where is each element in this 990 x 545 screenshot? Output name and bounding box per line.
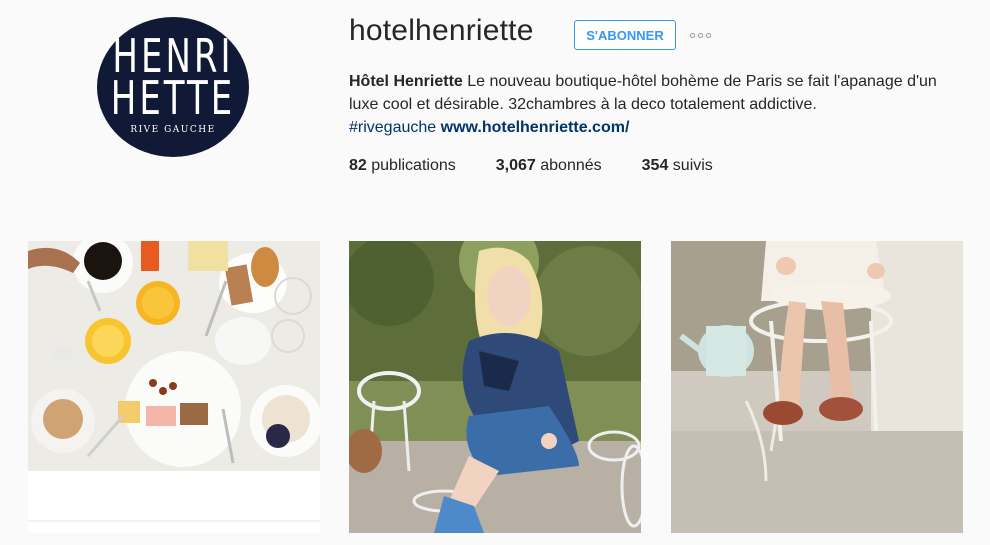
posts-count: 82 publications	[349, 157, 456, 175]
bio-full-name: Hôtel Henriette	[349, 73, 463, 90]
profile-stats: 82 publications 3,067 abonnés 354 suivis	[349, 157, 753, 175]
portrait-photo	[349, 241, 641, 533]
avatar-logo-line2: HETTE	[110, 72, 236, 126]
post-thumbnail-woman-portrait[interactable]	[349, 241, 641, 533]
bio-hashtag-link[interactable]: #rivegauche	[349, 119, 436, 136]
profile-username: hotelhenriette	[349, 14, 534, 47]
dot	[698, 32, 703, 38]
profile-avatar[interactable]: HENRI HETTE RIVE GAUCHE	[97, 17, 249, 157]
post-thumbnail-child-chair[interactable]	[671, 241, 963, 533]
followers-label: abonnés	[535, 157, 602, 174]
followers-number: 3,067	[495, 157, 536, 174]
profile-bio: Hôtel Henriette Le nouveau boutique-hôte…	[349, 70, 949, 139]
child-photo	[671, 241, 963, 533]
following-count[interactable]: 354 suivis	[642, 157, 713, 175]
follow-button[interactable]: S'ABONNER	[574, 20, 676, 50]
breakfast-photo	[28, 241, 320, 533]
followers-count[interactable]: 3,067 abonnés	[496, 157, 602, 175]
avatar-logo-subtitle: RIVE GAUCHE	[130, 125, 216, 135]
post-thumbnail-breakfast[interactable]	[28, 241, 320, 533]
dot	[690, 32, 695, 38]
dot	[706, 32, 711, 38]
bio-website-link[interactable]: www.hotelhenriette.com/	[441, 119, 630, 136]
following-label: suivis	[668, 157, 713, 174]
more-options-icon[interactable]	[690, 27, 720, 43]
posts-label: publications	[366, 157, 456, 174]
following-number: 354	[641, 157, 669, 174]
posts-number: 82	[349, 157, 367, 174]
